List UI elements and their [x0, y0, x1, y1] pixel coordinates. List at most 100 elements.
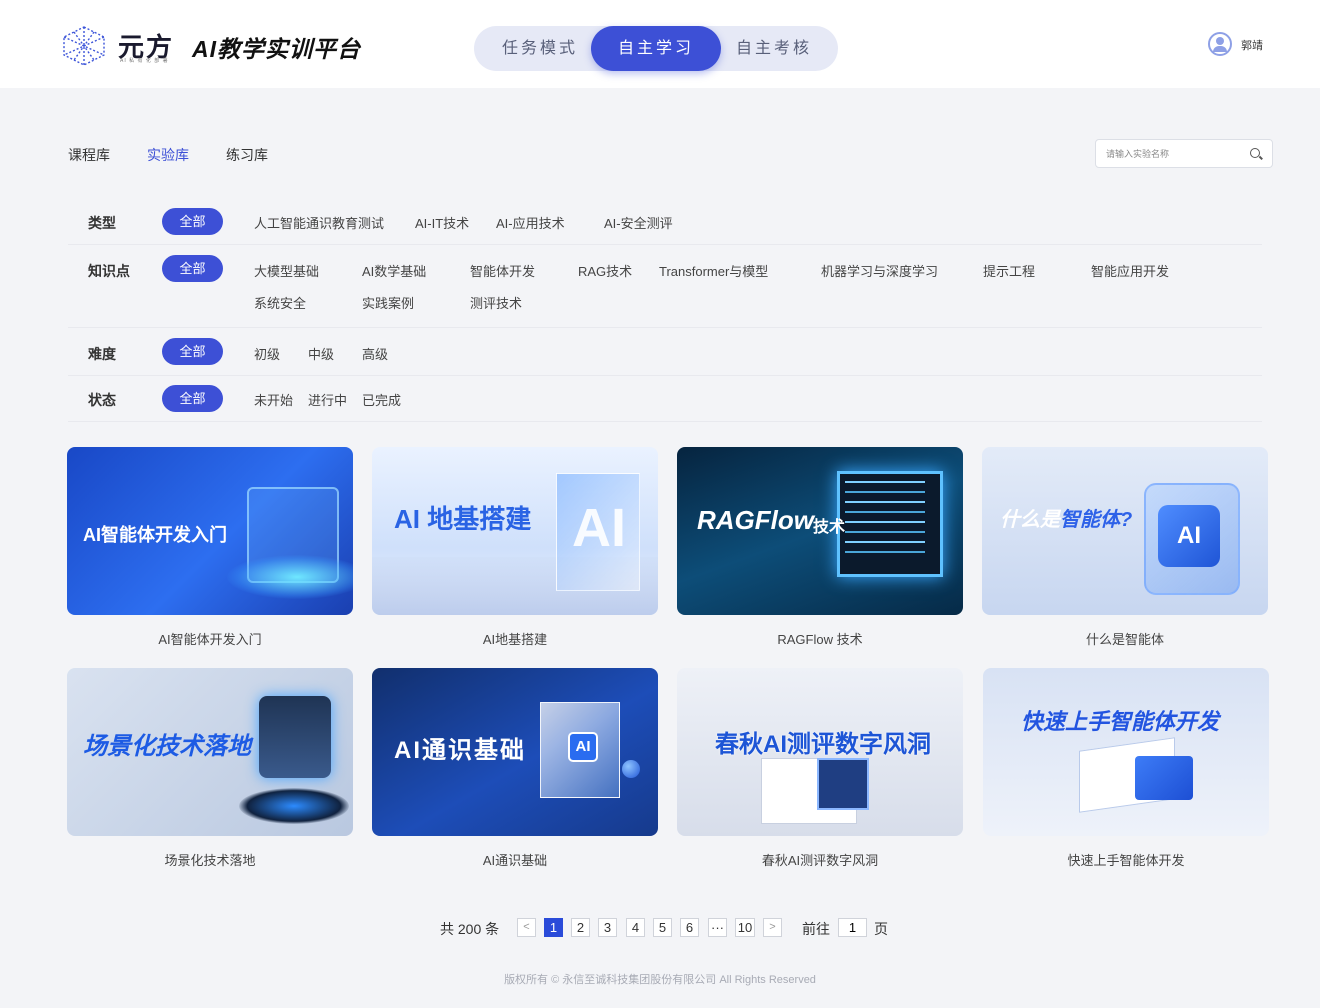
thumbnail-title: 快速上手智能体开发	[1021, 709, 1220, 734]
card-title[interactable]: RAGFlow 技术	[677, 629, 963, 648]
tab-practice-library[interactable]: 练习库	[226, 145, 268, 165]
footer-copyright: 版权所有 © 永信至诚科技集团股份有限公司 All Rights Reserve…	[504, 974, 816, 986]
filter-knowledge-option[interactable]: 智能应用开发	[1091, 261, 1169, 280]
goto-suffix: 页	[874, 921, 888, 937]
thumbnail-title: 场景化技术落地	[83, 733, 251, 760]
goto-page-input[interactable]	[838, 918, 867, 937]
filter-label-knowledge: 知识点	[88, 263, 130, 279]
filter-difficulty-option[interactable]: 高级	[362, 344, 388, 363]
card-thumbnail[interactable]: AI 什么是智能体?	[982, 447, 1268, 615]
user-avatar-icon[interactable]	[1208, 32, 1232, 56]
page-button[interactable]: 4	[626, 918, 645, 937]
thumbnail-title: AI通识基础	[394, 737, 526, 764]
glow-platform	[239, 788, 349, 824]
brand-subtitle: AI 私 有 化 部 署	[120, 58, 169, 64]
card-thumbnail[interactable]: 场景化技术落地	[67, 668, 353, 836]
filter-knowledge-option[interactable]: 智能体开发	[470, 261, 535, 280]
device-shape	[259, 696, 331, 778]
goto-label: 前往	[802, 921, 830, 937]
page-button[interactable]: 6	[680, 918, 699, 937]
filter-status-option[interactable]: 已完成	[362, 390, 401, 409]
divider	[68, 244, 1262, 245]
filter-knowledge-option[interactable]: Transformer与模型	[659, 261, 768, 280]
card-title[interactable]: AI通识基础	[372, 850, 658, 869]
filter-knowledge-option[interactable]: 提示工程	[983, 261, 1035, 280]
divider	[68, 375, 1262, 376]
glow-platform	[227, 555, 353, 599]
thumbnail-title: 春秋AI测评数字风洞	[715, 731, 931, 758]
filter-knowledge-option[interactable]: 系统安全	[254, 293, 306, 312]
filter-difficulty-option[interactable]: 初级	[254, 344, 280, 363]
thumbnail-title: 什么是智能体?	[1000, 503, 1132, 532]
top-header: 元方 AI 私 有 化 部 署 AI教学实训平台 任务模式 自主考核 自主学习 …	[0, 0, 1320, 88]
divider	[68, 327, 1262, 328]
mode-tab-self-study[interactable]: 自主学习	[591, 26, 721, 71]
user-name[interactable]: 郭靖	[1241, 37, 1263, 53]
device-shape	[1135, 756, 1193, 800]
next-page-button[interactable]: >	[763, 918, 782, 937]
filter-knowledge-option[interactable]: AI数学基础	[362, 261, 426, 280]
thumbnail-mark: AI	[1158, 505, 1220, 567]
page-button-current[interactable]: 1	[544, 918, 563, 937]
card-title[interactable]: 场景化技术落地	[67, 850, 353, 869]
card-title[interactable]: 快速上手智能体开发	[983, 850, 1269, 869]
filter-knowledge-all[interactable]: 全部	[162, 255, 223, 282]
card-thumbnail[interactable]: RAGFlow 技术	[677, 447, 963, 615]
filter-status-option[interactable]: 进行中	[308, 390, 347, 409]
thumbnail-mark: AI	[568, 732, 598, 762]
filter-knowledge-option[interactable]: 大模型基础	[254, 261, 319, 280]
filter-type-option[interactable]: AI-安全测评	[604, 213, 673, 232]
lab-card[interactable]: RAGFlow 技术 RAGFlow 技术	[677, 447, 963, 647]
filter-type-option[interactable]: AI-应用技术	[496, 213, 565, 232]
lab-card[interactable]: AI 什么是智能体? 什么是智能体	[982, 447, 1268, 647]
screen-panel	[817, 758, 869, 810]
filter-difficulty-all[interactable]: 全部	[162, 338, 223, 365]
filter-knowledge-option[interactable]: RAG技术	[578, 261, 632, 280]
filter-status-all[interactable]: 全部	[162, 385, 223, 412]
card-thumbnail[interactable]: 春秋AI测评数字风洞	[677, 668, 963, 836]
lab-card[interactable]: AI AI 地基搭建 AI地基搭建	[372, 447, 658, 647]
page-button[interactable]: 10	[735, 918, 755, 937]
tab-course-library[interactable]: 课程库	[68, 145, 110, 165]
filter-knowledge-option[interactable]: 机器学习与深度学习	[821, 261, 938, 280]
card-thumbnail[interactable]: AI智能体开发入门	[67, 447, 353, 615]
thumbnail-title: AI 地基搭建	[394, 504, 532, 534]
mode-tab-task[interactable]: 任务模式	[486, 26, 594, 71]
card-title[interactable]: AI地基搭建	[372, 629, 658, 648]
page-button[interactable]: 2	[571, 918, 590, 937]
tab-lab-library[interactable]: 实验库	[147, 145, 189, 165]
filter-type-all[interactable]: 全部	[162, 208, 223, 235]
page-button[interactable]: 5	[653, 918, 672, 937]
filter-type-option[interactable]: 人工智能通识教育测试	[254, 213, 384, 232]
search-input[interactable]	[1106, 146, 1246, 162]
filter-type-option[interactable]: AI-IT技术	[415, 213, 469, 232]
filter-status-option[interactable]: 未开始	[254, 390, 293, 409]
monitor-shape	[837, 471, 943, 577]
lab-card[interactable]: 春秋AI测评数字风洞 春秋AI测评数字风洞	[677, 668, 963, 868]
total-count: 共 200 条	[440, 921, 500, 937]
page-ellipsis[interactable]: ···	[708, 918, 727, 937]
lab-card[interactable]: 场景化技术落地 场景化技术落地	[67, 668, 353, 868]
filter-label-difficulty: 难度	[88, 346, 116, 362]
lab-card[interactable]: AI智能体开发入门 AI智能体开发入门	[67, 447, 353, 647]
lab-card[interactable]: 快速上手智能体开发 快速上手智能体开发	[983, 668, 1269, 868]
lab-card[interactable]: AI AI通识基础 AI通识基础	[372, 668, 658, 868]
filter-difficulty-option[interactable]: 中级	[308, 344, 334, 363]
mode-switch: 任务模式 自主考核 自主学习	[474, 26, 838, 71]
divider	[68, 421, 1262, 422]
thumbnail-mark: AI	[572, 498, 626, 558]
filter-knowledge-option[interactable]: 实践案例	[362, 293, 414, 312]
filter-label-type: 类型	[88, 215, 116, 231]
card-title[interactable]: 什么是智能体	[982, 629, 1268, 648]
card-thumbnail[interactable]: AI AI通识基础	[372, 668, 658, 836]
search-icon[interactable]	[1250, 148, 1260, 158]
mode-tab-exam[interactable]: 自主考核	[720, 26, 828, 71]
page-button[interactable]: 3	[598, 918, 617, 937]
card-thumbnail[interactable]: AI AI 地基搭建	[372, 447, 658, 615]
card-title[interactable]: 春秋AI测评数字风洞	[677, 850, 963, 869]
card-title[interactable]: AI智能体开发入门	[67, 629, 353, 648]
card-thumbnail[interactable]: 快速上手智能体开发	[983, 668, 1269, 836]
thumbnail-title: AI智能体开发入门	[83, 525, 227, 545]
filter-knowledge-option[interactable]: 测评技术	[470, 293, 522, 312]
prev-page-button[interactable]: <	[517, 918, 536, 937]
